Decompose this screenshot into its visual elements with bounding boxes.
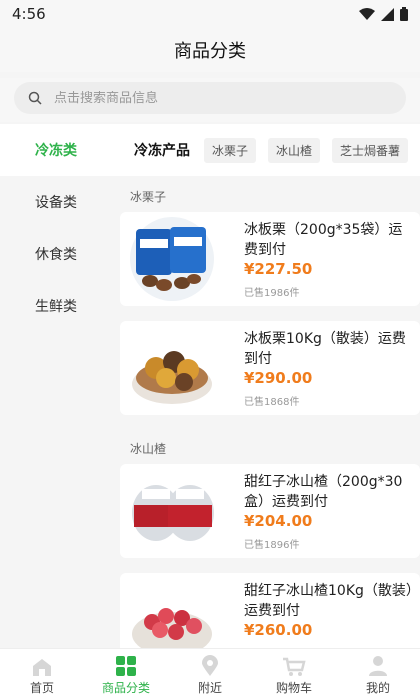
user-icon xyxy=(369,656,387,676)
sidebar-item-label: 生鲜类 xyxy=(35,299,77,315)
tab-label: 商品分类 xyxy=(101,681,150,695)
tab-label: 我的 xyxy=(365,681,390,695)
tab-nearby[interactable]: 附近 xyxy=(168,649,252,700)
signal-icon xyxy=(381,7,394,21)
product-card[interactable]: 冰板栗（200g*35袋）运费到付 ¥227.50 已售1986件 xyxy=(120,212,420,306)
group-label: 冰山楂 xyxy=(130,442,167,456)
status-bar: 4:56 xyxy=(0,0,420,28)
sidebar-item-frozen[interactable]: 冷冻类 xyxy=(0,124,112,176)
sidebar-item-snacks[interactable]: 休食类 xyxy=(0,228,112,280)
subcategory-title: 冷冻产品 xyxy=(134,143,190,159)
search-icon xyxy=(28,91,42,105)
sidebar-item-fresh[interactable]: 生鲜类 xyxy=(0,280,112,332)
category-icon xyxy=(116,656,136,676)
tab-category[interactable]: 商品分类 xyxy=(84,649,168,700)
chip-cheese-sweet-potato[interactable]: 芝士焗番薯 xyxy=(332,137,409,163)
status-time: 4:56 xyxy=(12,5,46,23)
product-sold-count: 已售1986件 xyxy=(244,288,300,299)
product-image-chestnut-bags xyxy=(130,217,214,301)
product-list[interactable]: 冷冻产品 冰栗子 冰山楂 芝士焗番薯 冰栗子 冰板栗（200g*35袋）运费到付… xyxy=(112,124,420,648)
search-input[interactable] xyxy=(54,90,354,106)
location-icon xyxy=(202,655,218,676)
home-icon xyxy=(33,659,51,676)
status-icons xyxy=(359,7,408,21)
tab-label: 购物车 xyxy=(275,681,312,695)
group-label: 冰栗子 xyxy=(130,190,167,204)
product-sold-count: 已售1868件 xyxy=(244,397,300,408)
product-name: 甜红子冰山楂（200g*30盒）运费到付 xyxy=(244,474,403,510)
tab-mine[interactable]: 我的 xyxy=(336,649,420,700)
tab-cart[interactable]: 购物车 xyxy=(252,649,336,700)
product-image-hawthorn-boxes xyxy=(132,485,214,541)
bottom-tab-bar: 首页 商品分类 附近 购物车 我的 xyxy=(0,648,420,700)
category-sidebar: 冷冻类 设备类 休食类 生鲜类 xyxy=(0,124,112,648)
product-card[interactable]: 甜红子冰山楂10Kg（散装）运费到付 ¥260.00 xyxy=(120,573,420,648)
product-sold-count: 已售1896件 xyxy=(244,540,300,551)
page-title: 商品分类 xyxy=(174,41,246,62)
search-bar xyxy=(0,78,420,122)
product-price: ¥260.00 xyxy=(244,621,313,639)
product-card[interactable]: 冰板栗10Kg（散装）运费到付 ¥290.00 已售1868件 xyxy=(120,321,420,415)
product-name: 冰板栗（200g*35袋）运费到付 xyxy=(244,222,403,258)
product-image-hawthorn-bowl xyxy=(132,608,212,648)
product-image-chestnut-bowl xyxy=(132,351,212,404)
page-header: 商品分类 xyxy=(0,28,420,72)
product-price: ¥204.00 xyxy=(244,512,313,530)
product-card[interactable]: 甜红子冰山楂（200g*30盒）运费到付 ¥204.00 已售1896件 xyxy=(120,464,420,558)
battery-icon xyxy=(400,7,408,21)
tab-home[interactable]: 首页 xyxy=(0,649,84,700)
product-price: ¥290.00 xyxy=(244,369,313,387)
tab-label: 首页 xyxy=(29,681,54,695)
product-price: ¥227.50 xyxy=(244,260,313,278)
product-name: 冰板栗10Kg（散装）运费到付 xyxy=(244,331,406,367)
sidebar-item-equipment[interactable]: 设备类 xyxy=(0,176,112,228)
cart-icon xyxy=(283,657,306,676)
sidebar-item-label: 休食类 xyxy=(35,247,77,263)
search-box[interactable] xyxy=(14,82,406,114)
product-name: 甜红子冰山楂10Kg（散装）运费到付 xyxy=(244,583,413,619)
wifi-icon xyxy=(359,7,375,20)
chip-chestnut[interactable]: 冰栗子 xyxy=(204,137,257,163)
chip-hawthorn[interactable]: 冰山楂 xyxy=(268,137,321,163)
subcategory-bar: 冷冻产品 冰栗子 冰山楂 芝士焗番薯 xyxy=(112,124,420,176)
sidebar-item-label: 设备类 xyxy=(35,195,77,211)
sidebar-item-label: 冷冻类 xyxy=(35,143,77,159)
tab-label: 附近 xyxy=(197,681,222,695)
